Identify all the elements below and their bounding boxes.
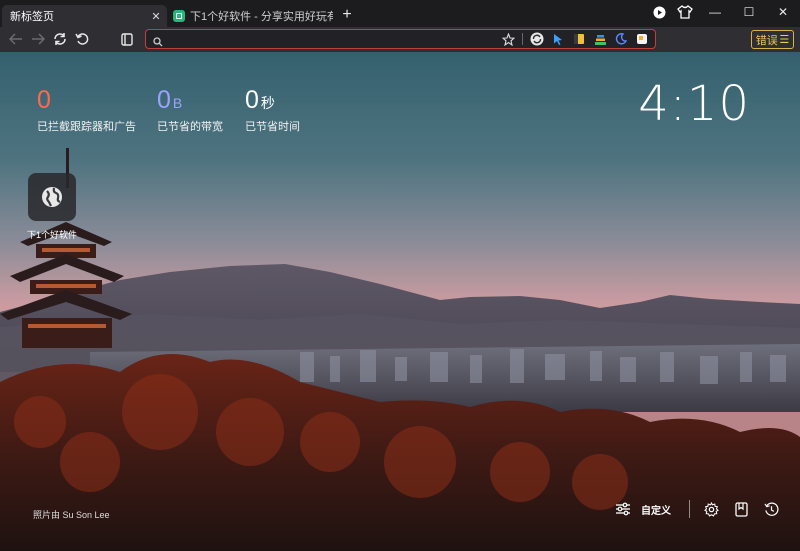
search-icon bbox=[153, 34, 163, 52]
stat-bandwidth-value: 0 bbox=[157, 86, 171, 114]
sliders-icon bbox=[616, 502, 630, 516]
bookmark-star-icon[interactable] bbox=[501, 32, 515, 46]
window-controls: — ☐ ✕ bbox=[646, 0, 800, 24]
customize-label: 自定义 bbox=[641, 505, 671, 517]
dark-mode-moon-icon[interactable] bbox=[614, 32, 628, 46]
notes-extension-icon[interactable] bbox=[572, 32, 586, 46]
top-site-shortcut[interactable]: 下1个好软件 bbox=[27, 173, 78, 241]
address-input[interactable] bbox=[168, 32, 508, 46]
forward-icon[interactable] bbox=[29, 30, 47, 48]
stat-time-saved: 0秒 已节省时间 bbox=[245, 85, 300, 134]
settings-gear-icon[interactable] bbox=[702, 500, 720, 518]
history-clock-icon[interactable] bbox=[762, 500, 780, 518]
site-favicon-icon bbox=[173, 10, 185, 22]
sync-extension-icon[interactable] bbox=[530, 32, 544, 46]
customize-button[interactable]: 自定义 bbox=[615, 502, 671, 517]
globe-icon bbox=[42, 187, 62, 207]
stat-bandwidth-unit: B bbox=[172, 95, 183, 111]
refresh-icon[interactable] bbox=[51, 30, 69, 48]
stat-blocked-label: 已拦截跟踪器和广告 bbox=[37, 121, 136, 133]
back-icon[interactable] bbox=[7, 30, 25, 48]
stat-time-value: 0 bbox=[245, 86, 259, 114]
error-button-label: 错误 bbox=[755, 34, 778, 47]
new-tab-button[interactable]: + bbox=[338, 6, 356, 24]
stat-bandwidth-saved: 0B 已节省的带宽 bbox=[157, 85, 223, 134]
divider bbox=[689, 500, 690, 518]
error-button[interactable]: 错误 ☰ bbox=[751, 30, 794, 49]
tab-title: 新标签页 bbox=[10, 11, 54, 23]
divider bbox=[522, 33, 523, 45]
clock: 4:10 bbox=[638, 76, 750, 132]
reading-mode-icon[interactable] bbox=[118, 30, 136, 48]
bottom-controls: 自定义 bbox=[615, 500, 780, 518]
minimize-button[interactable]: — bbox=[698, 0, 732, 24]
shortcut-tile[interactable] bbox=[28, 173, 76, 221]
tab-xia1ge[interactable]: 下1个好软件 - 分享实用好玩有趣的软 bbox=[168, 5, 333, 27]
skin-shirt-icon[interactable] bbox=[672, 0, 698, 24]
new-tab-page: 0 已拦截跟踪器和广告 0B 已节省的带宽 0秒 已节省时间 4:10 下1个好… bbox=[0, 52, 800, 551]
stat-time-unit: 秒 bbox=[260, 95, 275, 111]
maximize-button[interactable]: ☐ bbox=[732, 0, 766, 24]
stat-time-label: 已节省时间 bbox=[245, 121, 300, 133]
shortcut-label: 下1个好软件 bbox=[27, 230, 78, 240]
close-window-button[interactable]: ✕ bbox=[766, 0, 800, 24]
photo-credit: 照片由 Su Son Lee bbox=[33, 510, 110, 520]
tab-new-tab[interactable]: 新标签页 ✕ bbox=[2, 5, 167, 27]
layers-extension-icon[interactable] bbox=[593, 32, 607, 46]
undo-close-icon[interactable] bbox=[73, 30, 91, 48]
close-tab-icon[interactable]: ✕ bbox=[149, 9, 163, 23]
tab-title: 下1个好软件 - 分享实用好玩有趣的软 bbox=[190, 11, 333, 23]
extension-icons bbox=[501, 31, 649, 47]
cursor-extension-icon[interactable] bbox=[551, 32, 565, 46]
clipboard-extension-icon[interactable] bbox=[635, 32, 649, 46]
address-bar[interactable] bbox=[145, 29, 656, 49]
tab-strip: 新标签页 ✕ 下1个好软件 - 分享实用好玩有趣的软 + — ☐ ✕ bbox=[0, 0, 800, 27]
bookmarks-icon[interactable] bbox=[732, 500, 750, 518]
stat-bandwidth-label: 已节省的带宽 bbox=[157, 121, 223, 133]
toolbar: 错误 ☰ bbox=[0, 27, 800, 52]
menu-icon: ☰ bbox=[779, 34, 790, 46]
stat-blocked-trackers: 0 已拦截跟踪器和广告 bbox=[37, 85, 136, 134]
record-icon[interactable] bbox=[646, 0, 672, 24]
stat-blocked-value: 0 bbox=[37, 86, 51, 114]
